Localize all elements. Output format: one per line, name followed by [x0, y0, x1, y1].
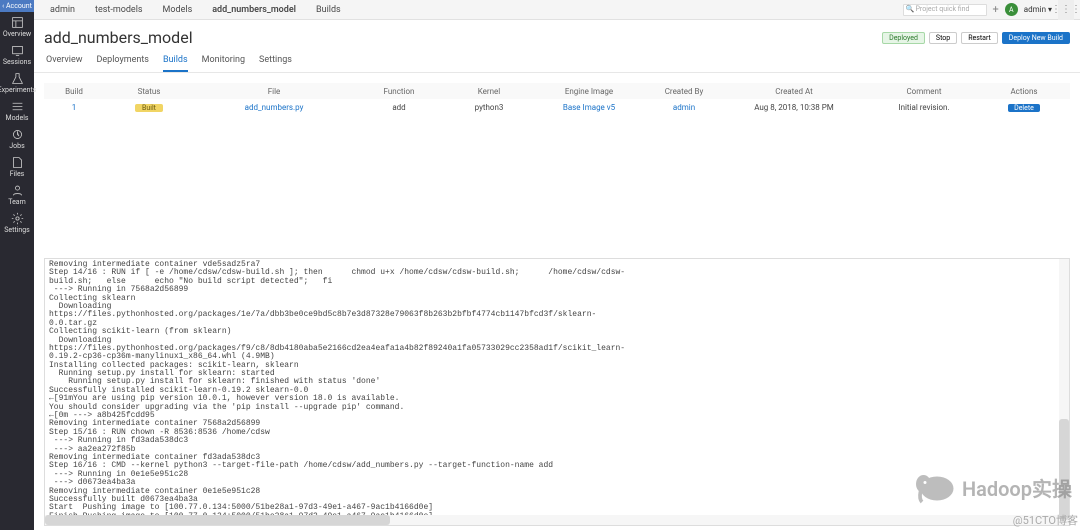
- col-createdat: Created At: [724, 87, 864, 96]
- watermark-text: Hadoop实操: [962, 473, 1072, 502]
- sidebar-item-files[interactable]: Files: [0, 152, 34, 180]
- search-input[interactable]: Project quick find: [903, 4, 987, 16]
- col-function: Function: [354, 87, 444, 96]
- overview-icon: [11, 16, 24, 29]
- sidebar-label: Files: [10, 170, 25, 178]
- col-comment: Comment: [864, 87, 984, 96]
- restart-button[interactable]: Restart: [961, 32, 998, 44]
- tab-builds[interactable]: Builds: [163, 55, 188, 72]
- jobs-icon: [11, 128, 24, 141]
- crumb-builds[interactable]: Builds: [306, 5, 351, 15]
- sidebar-label: Settings: [4, 226, 30, 234]
- build-number-link[interactable]: 1: [44, 103, 104, 112]
- sidebar-label: Jobs: [9, 142, 24, 150]
- tab-monitoring[interactable]: Monitoring: [202, 55, 245, 72]
- account-back[interactable]: ‹ Account: [0, 0, 34, 12]
- sessions-icon: [11, 44, 24, 57]
- user-menu[interactable]: admin ▾: [1024, 5, 1052, 14]
- build-log[interactable]: Removing intermediate container vde5sadz…: [45, 259, 1059, 515]
- team-icon: [11, 184, 24, 197]
- crumb-admin[interactable]: admin: [40, 5, 85, 15]
- apps-icon[interactable]: ⋮⋮⋮: [1058, 0, 1074, 20]
- sidebar-item-experiments[interactable]: Experiments: [0, 68, 34, 96]
- status-deployed: Deployed: [882, 32, 925, 44]
- col-kernel: Kernel: [444, 87, 534, 96]
- sidebar-item-team[interactable]: Team: [0, 180, 34, 208]
- elephant-icon: [910, 468, 958, 506]
- sidebar-item-settings[interactable]: Settings: [0, 208, 34, 236]
- createdby-cell[interactable]: admin: [644, 103, 724, 112]
- tab-deployments[interactable]: Deployments: [96, 55, 148, 72]
- sidebar-item-jobs[interactable]: Jobs: [0, 124, 34, 152]
- col-engine: Engine Image: [534, 87, 644, 96]
- col-build: Build: [44, 87, 104, 96]
- page-title: add_numbers_model: [44, 28, 193, 47]
- kernel-cell: python3: [444, 103, 534, 112]
- tab-settings[interactable]: Settings: [259, 55, 292, 72]
- createdat-cell: Aug 8, 2018, 10:38 PM: [724, 103, 864, 112]
- watermark: Hadoop实操: [910, 468, 1072, 506]
- log-hscroll[interactable]: [45, 515, 1059, 525]
- table-row[interactable]: 1 Built add_numbers.py add python3 Base …: [44, 99, 1070, 115]
- crumb-project[interactable]: test-models: [85, 5, 153, 15]
- new-button[interactable]: +: [993, 3, 999, 16]
- actions-cell: Delete: [984, 103, 1064, 112]
- status-cell: Built: [104, 103, 194, 112]
- stop-button[interactable]: Stop: [929, 32, 957, 44]
- crumb-models[interactable]: Models: [153, 5, 203, 15]
- sidebar-label: Experiments: [0, 86, 36, 94]
- file-link[interactable]: add_numbers.py: [194, 103, 354, 112]
- tab-overview[interactable]: Overview: [46, 55, 82, 72]
- crumb-model-name[interactable]: add_numbers_model: [202, 5, 306, 15]
- comment-cell: Initial revision.: [864, 103, 984, 112]
- col-actions: Actions: [984, 87, 1064, 96]
- sidebar-label: Overview: [3, 30, 31, 38]
- status-badge: Built: [135, 104, 163, 112]
- avatar[interactable]: A: [1005, 3, 1018, 16]
- delete-button[interactable]: Delete: [1008, 104, 1040, 112]
- topbar: admin test-models Models add_numbers_mod…: [34, 0, 1080, 20]
- col-createdby: Created By: [644, 87, 724, 96]
- function-cell: add: [354, 103, 444, 112]
- sidebar-label: Sessions: [3, 58, 31, 66]
- sidebar-item-sessions[interactable]: Sessions: [0, 40, 34, 68]
- gear-icon: [11, 212, 24, 225]
- files-icon: [11, 156, 24, 169]
- deploy-new-build-button[interactable]: Deploy New Build: [1002, 32, 1070, 44]
- sidebar-item-overview[interactable]: Overview: [0, 12, 34, 40]
- models-icon: [11, 100, 24, 113]
- engine-cell[interactable]: Base Image v5: [534, 103, 644, 112]
- subtabs: Overview Deployments Builds Monitoring S…: [34, 47, 1080, 73]
- blog-tag: @51CTO博客: [1013, 512, 1078, 528]
- flask-icon: [11, 72, 24, 85]
- builds-table: Build Status File Function Kernel Engine…: [44, 83, 1070, 115]
- sidebar-item-models[interactable]: Models: [0, 96, 34, 124]
- sidebar-label: Models: [5, 114, 28, 122]
- sidebar-label: Team: [8, 198, 26, 206]
- col-status: Status: [104, 87, 194, 96]
- col-file: File: [194, 87, 354, 96]
